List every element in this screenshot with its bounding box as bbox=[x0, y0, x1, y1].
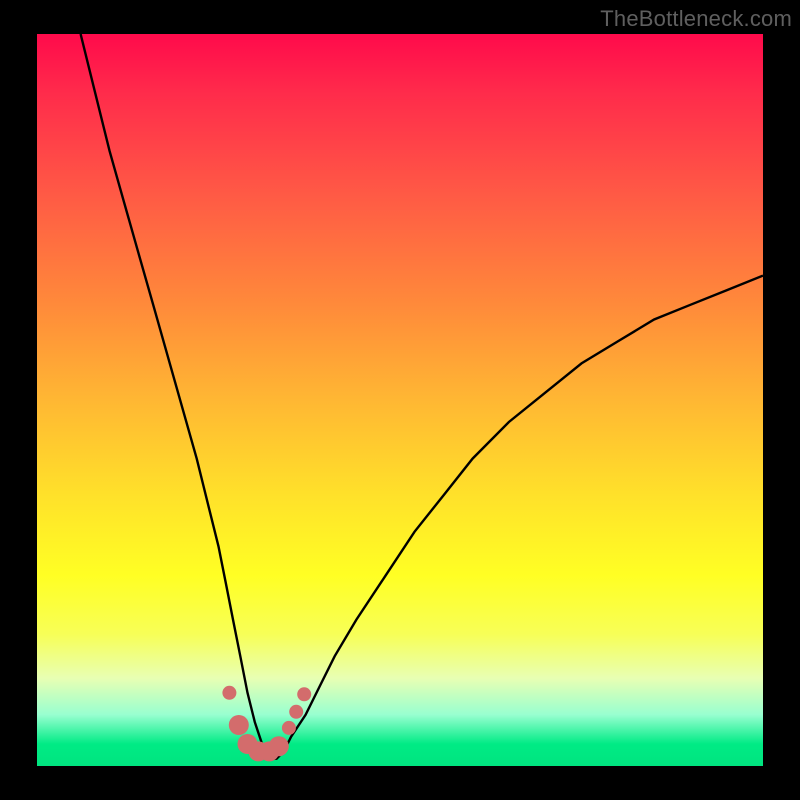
data-marker bbox=[297, 687, 311, 701]
data-marker bbox=[269, 736, 289, 756]
data-marker bbox=[289, 705, 303, 719]
data-marker bbox=[229, 715, 249, 735]
watermark-text: TheBottleneck.com bbox=[600, 6, 792, 32]
bottleneck-curve bbox=[81, 34, 763, 759]
plot-area bbox=[37, 34, 763, 766]
marker-layer bbox=[222, 686, 311, 762]
chart-svg bbox=[37, 34, 763, 766]
data-marker bbox=[222, 686, 236, 700]
data-marker bbox=[282, 721, 296, 735]
curve-layer bbox=[81, 34, 763, 759]
chart-frame: TheBottleneck.com bbox=[0, 0, 800, 800]
